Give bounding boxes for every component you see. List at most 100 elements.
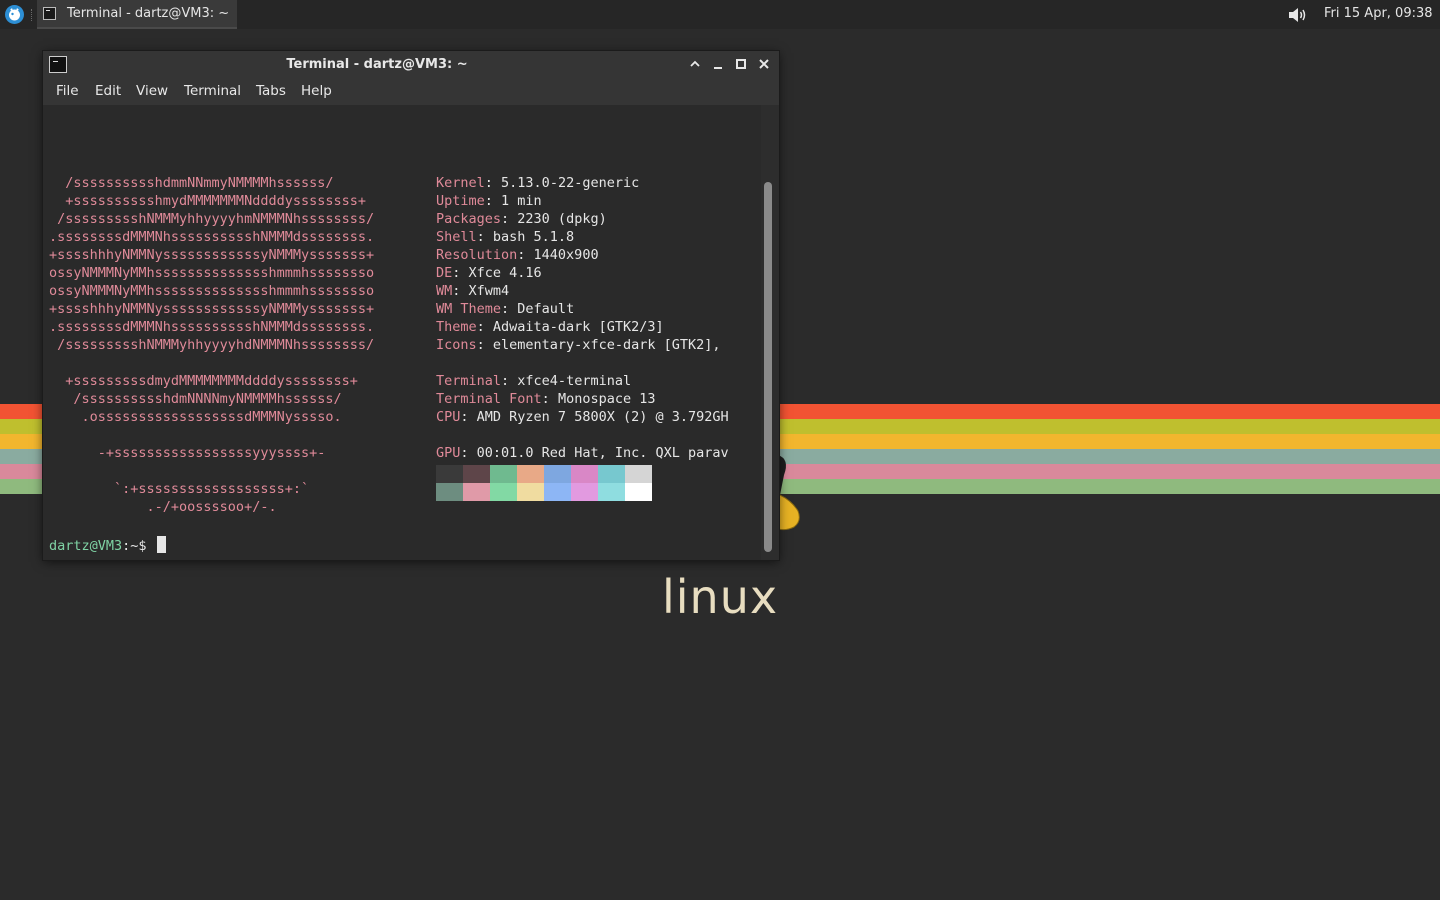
info-separator: : <box>501 373 518 389</box>
window-title: Terminal - dartz@VM3: ~ <box>286 57 468 72</box>
info-value: elementary-xfce-dark [GTK2], <box>492 337 721 353</box>
logo-line: `:+ssssssssssssssssss+:` <box>49 481 310 497</box>
info-line: Terminal Font: Monospace 13 <box>436 390 655 408</box>
clock[interactable]: Fri 15 Apr, 09:38 <box>1324 6 1433 21</box>
terminal-output[interactable]: /sssssssssshdmmNNmmyNMMMMhssssss/ +sssss… <box>43 105 761 560</box>
palette-swatch <box>571 465 598 483</box>
terminal-icon <box>43 7 56 20</box>
maximize-button[interactable] <box>734 57 748 71</box>
taskbar-window-button[interactable]: Terminal - dartz@VM3: ~ <box>37 0 237 29</box>
menubar: File Edit View Terminal Tabs Help <box>43 78 779 105</box>
palette-swatch <box>598 465 625 483</box>
info-value: xfce4-terminal <box>517 373 632 389</box>
minimize-button[interactable] <box>711 57 725 71</box>
logo-line: +sssssssssshmydMMMMMMMNddddyssssssss+ <box>49 193 366 209</box>
info-value: Xfwm4 <box>468 283 510 299</box>
palette-swatch <box>517 465 544 483</box>
whisker-menu-icon[interactable] <box>5 5 24 24</box>
info-separator: : <box>476 337 493 353</box>
palette-swatch <box>625 483 652 501</box>
menu-terminal[interactable]: Terminal <box>184 83 241 99</box>
palette-swatch <box>463 483 490 501</box>
info-line: Kernel: 5.13.0-22-generic <box>436 174 639 192</box>
palette-swatch <box>463 465 490 483</box>
info-line: Uptime: 1 min <box>436 192 542 210</box>
info-line: CPU: AMD Ryzen 7 5800X (2) @ 3.792GH <box>436 408 729 426</box>
info-separator: : <box>501 301 518 317</box>
info-value: 1 min <box>501 193 542 209</box>
info-line: Terminal: xfce4-terminal <box>436 372 631 390</box>
info-separator: : <box>541 391 558 407</box>
wallpaper-linux-text: linux <box>662 570 779 624</box>
logo-line: /sssssssssshdmmNNmmyNMMMMhssssss/ <box>49 175 334 191</box>
info-value: 00:01.0 Red Hat, Inc. QXL parav <box>476 445 729 461</box>
logo-line: /ssssssssshNMMMyhhyyyyhdNMMMNhssssssss/ <box>49 337 375 353</box>
info-key: DE <box>436 265 453 281</box>
menu-edit[interactable]: Edit <box>95 83 121 99</box>
palette-swatch <box>490 465 517 483</box>
info-line: WM Theme: Default <box>436 300 574 318</box>
info-key: Theme <box>436 319 477 335</box>
logo-line: .ssssssssdMMMNhsssssssssshNMMMdssssssss. <box>49 319 375 335</box>
info-key: WM <box>436 283 453 299</box>
logo-line: +sssshhhyNMMNyssssssssssssyNMMMysssssss+ <box>49 301 375 317</box>
window-titlebar[interactable]: Terminal - dartz@VM3: ~ <box>43 51 779 78</box>
info-separator: : <box>484 175 502 191</box>
info-line: WM: Xfwm4 <box>436 282 509 300</box>
palette-swatch <box>517 483 544 501</box>
info-separator: : <box>460 445 477 461</box>
palette-swatch <box>490 483 517 501</box>
info-value: 5.13.0-22-generic <box>501 175 640 191</box>
palette-swatch <box>598 483 625 501</box>
close-button[interactable] <box>757 57 771 71</box>
info-value: AMD Ryzen 7 5800X (2) @ 3.792GH <box>476 409 729 425</box>
logo-line: .-/+oossssoo+/-. <box>49 499 277 515</box>
scrollbar-thumb[interactable] <box>764 182 772 552</box>
info-separator: : <box>484 193 502 209</box>
info-line: Icons: elementary-xfce-dark [GTK2], <box>436 336 720 354</box>
info-separator: : <box>501 211 518 227</box>
info-value: Monospace 13 <box>557 391 656 407</box>
info-key: Packages <box>436 211 502 227</box>
prompt-user: dartz@VM3 <box>49 538 123 554</box>
menu-view[interactable]: View <box>136 83 168 99</box>
info-key: Icons <box>436 337 477 353</box>
palette-swatch <box>544 465 571 483</box>
info-key: Uptime <box>436 193 485 209</box>
info-separator: : <box>460 409 477 425</box>
prompt-suffix: :~$ <box>122 538 155 554</box>
info-line: Resolution: 1440x900 <box>436 246 599 264</box>
info-line: GPU: 00:01.0 Red Hat, Inc. QXL parav <box>436 444 729 462</box>
volume-icon[interactable] <box>1287 6 1307 24</box>
info-key: Kernel <box>436 175 485 191</box>
logo-line: ossyNMMMNyMMhsssssssssssssshmmmhssssssso <box>49 283 375 299</box>
info-separator: : <box>452 265 469 281</box>
info-separator: : <box>476 229 493 245</box>
info-value: Xfce 4.16 <box>468 265 542 281</box>
top-panel: Terminal - dartz@VM3: ~ Fri 15 Apr, 09:3… <box>0 0 1440 29</box>
info-separator: : <box>517 247 534 263</box>
menu-tabs[interactable]: Tabs <box>256 83 286 99</box>
logo-line: +sssssssssdmydMMMMMMMMddddyssssssss+ <box>49 373 358 389</box>
info-key: CPU <box>436 409 461 425</box>
info-key: Resolution <box>436 247 518 263</box>
logo-line: +sssshhhyNMMNyssssssssssssyNMMMysssssss+ <box>49 247 375 263</box>
info-line: Theme: Adwaita-dark [GTK2/3] <box>436 318 664 336</box>
info-value: Adwaita-dark [GTK2/3] <box>492 319 664 335</box>
shell-prompt[interactable]: dartz@VM3:~$ <box>49 536 166 555</box>
menu-help[interactable]: Help <box>301 83 332 99</box>
palette-swatch <box>571 483 598 501</box>
logo-line: /sssssssssshdmNNNNmyNMMMMhssssss/ <box>49 391 342 407</box>
palette-swatch <box>625 465 652 483</box>
info-line: DE: Xfce 4.16 <box>436 264 542 282</box>
tux-penguin-icon <box>778 455 800 531</box>
palette-swatch <box>436 465 463 483</box>
menu-file[interactable]: File <box>56 83 79 99</box>
info-key: GPU <box>436 445 461 461</box>
info-key: Terminal Font <box>436 391 542 407</box>
terminal-window[interactable]: Terminal - dartz@VM3: ~ File Edit View T… <box>43 51 779 560</box>
palette-swatch <box>544 483 571 501</box>
logo-line: /ssssssssshNMMMyhhyyyyhmNMMMNhssssssss/ <box>49 211 375 227</box>
info-separator: : <box>476 319 493 335</box>
shade-button[interactable] <box>688 57 702 71</box>
